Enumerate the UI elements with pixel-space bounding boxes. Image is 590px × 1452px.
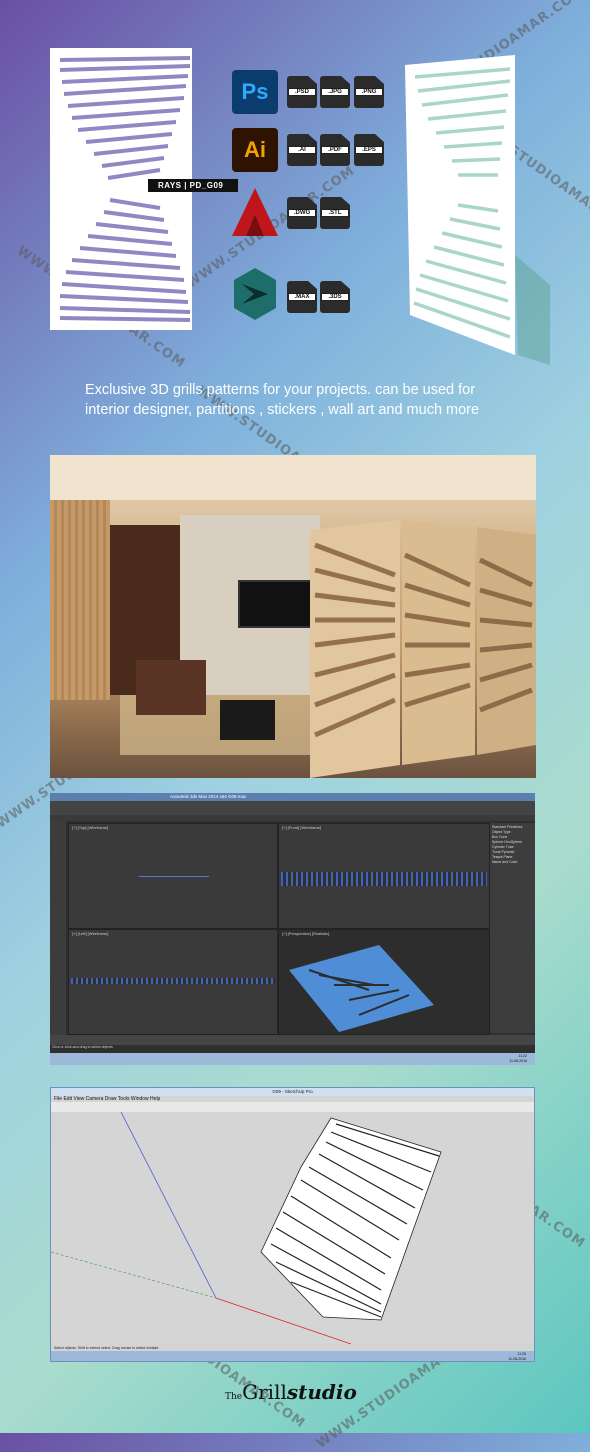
file-icon: .3DS xyxy=(320,281,350,313)
status-text: Select objects. Shift to extend select. … xyxy=(54,1346,160,1350)
file-icon: .STL xyxy=(320,197,350,229)
command-panel[interactable]: Standard Primitives Object Type Box Cone… xyxy=(490,823,535,1033)
viewport-left[interactable]: [+] [Left] [Wireframe] xyxy=(68,929,278,1035)
photoshop-icon: Ps xyxy=(232,70,278,114)
grill-panel-perspective xyxy=(400,55,550,365)
viewport-perspective[interactable]: [+] [Perspective] [Realistic] xyxy=(278,929,490,1035)
file-icon: .PSD xyxy=(287,76,317,108)
file-icon: .MAX xyxy=(287,281,317,313)
file-icon: .PNG xyxy=(354,76,384,108)
file-icon: .JPG xyxy=(320,76,350,108)
sketchup-window: G09 - SketchUp Pro File Edit View Camera… xyxy=(50,1087,535,1362)
model-canvas[interactable] xyxy=(51,1111,534,1345)
autocad-icon xyxy=(230,186,280,238)
file-icon: .DWG xyxy=(287,197,317,229)
window-title: Autodesk 3ds Max 2014 x64 G09.max xyxy=(170,794,247,799)
3dsmax-window: Autodesk 3ds Max 2014 x64 G09.max [+] [T… xyxy=(50,793,535,1065)
toolbar[interactable] xyxy=(51,1102,534,1112)
grill-studio-logo: TheGrillstudio xyxy=(225,1380,357,1404)
file-icon: .AI xyxy=(287,134,317,166)
status-text: Click or click-and-drag to select object… xyxy=(52,1045,113,1049)
left-toolbar[interactable] xyxy=(50,821,66,1041)
pattern-badge: RAYS | PD_G09 xyxy=(148,179,238,192)
interior-render-photo xyxy=(50,455,536,778)
viewport-top[interactable]: [+] [Top] [Wireframe] xyxy=(68,823,278,929)
taskbar: 11:22 11-08-2016 xyxy=(50,1053,535,1065)
illustrator-icon: Ai xyxy=(232,128,278,172)
window-title: G09 - SketchUp Pro xyxy=(272,1089,313,1094)
tagline: Exclusive 3D grills patterns for your pr… xyxy=(85,382,480,418)
file-icon: .EPS xyxy=(354,134,384,166)
viewport-front[interactable]: [+] [Front] [Wireframe] xyxy=(278,823,490,929)
3dsmax-icon xyxy=(232,266,278,322)
taskbar: 11:25 11-08-2016 xyxy=(51,1351,534,1361)
file-icon: .PDF xyxy=(320,134,350,166)
